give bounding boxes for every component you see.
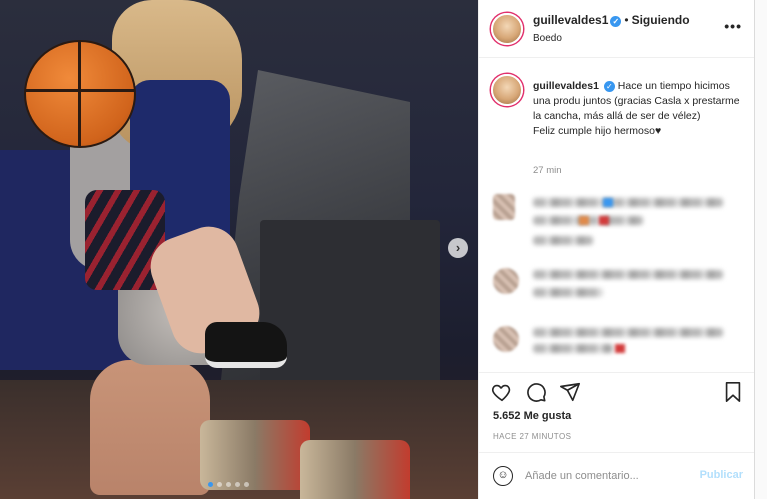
commenter-avatar bbox=[493, 326, 519, 352]
carousel-next-button[interactable]: › bbox=[448, 238, 468, 258]
post-actions bbox=[479, 372, 755, 412]
blurred-comment-text bbox=[533, 344, 613, 353]
photo-basketball bbox=[24, 40, 136, 148]
post-timestamp: HACE 27 MINUTOS bbox=[493, 432, 572, 441]
blurred-emoji bbox=[599, 216, 609, 225]
blurred-comment-meta bbox=[533, 288, 603, 297]
share-icon[interactable] bbox=[559, 381, 581, 408]
post-header: guillevaldes1 ✓ • Siguiendo Boedo ••• bbox=[479, 0, 754, 58]
comment-icon[interactable] bbox=[525, 381, 547, 408]
photo-heel-left bbox=[200, 420, 310, 490]
caption-timestamp: 27 min bbox=[533, 165, 562, 176]
header-separator: • bbox=[624, 13, 629, 27]
commenter-avatar bbox=[493, 268, 519, 294]
photo-heel-right bbox=[300, 440, 410, 499]
comment-item bbox=[479, 266, 755, 306]
photo-kid-shoe bbox=[205, 322, 287, 368]
carousel-indicator bbox=[208, 482, 249, 487]
follow-status-button[interactable]: Siguiendo bbox=[632, 13, 690, 27]
author-username[interactable]: guillevaldes1 bbox=[533, 13, 608, 27]
author-avatar[interactable] bbox=[491, 13, 523, 45]
emoji-icon[interactable]: ☺ bbox=[493, 466, 513, 486]
carousel-dot bbox=[217, 482, 222, 487]
comment-item bbox=[479, 192, 755, 247]
comment-composer: ☺ Publicar bbox=[479, 452, 755, 499]
caption-text: guillevaldes1 ✓ Hace un tiempo hicimos u… bbox=[533, 79, 743, 139]
background-page-edge bbox=[754, 0, 767, 499]
bookmark-icon[interactable] bbox=[723, 381, 743, 408]
blurred-comment-text bbox=[533, 270, 723, 279]
heart-icon[interactable] bbox=[491, 381, 513, 408]
caption-username[interactable]: guillevaldes1 bbox=[533, 80, 599, 92]
blurred-comment-meta bbox=[533, 236, 593, 245]
caption-avatar[interactable] bbox=[491, 74, 523, 106]
blurred-emoji bbox=[579, 216, 589, 225]
post-location[interactable]: Boedo bbox=[533, 33, 562, 44]
like-count[interactable]: 5.652 Me gusta bbox=[493, 410, 571, 422]
blurred-comment-text bbox=[533, 328, 723, 337]
comment-item bbox=[479, 324, 755, 364]
photo-woman-legs bbox=[90, 360, 210, 495]
blurred-emoji bbox=[615, 344, 625, 353]
carousel-dot bbox=[208, 482, 213, 487]
more-options-icon[interactable]: ••• bbox=[724, 18, 742, 34]
carousel-dot bbox=[226, 482, 231, 487]
carousel-dot bbox=[244, 482, 249, 487]
carousel-dot bbox=[235, 482, 240, 487]
comment-input[interactable] bbox=[525, 465, 685, 487]
caption-line2: Feliz cumple hijo hermoso♥ bbox=[533, 125, 662, 137]
publish-button[interactable]: Publicar bbox=[700, 469, 743, 481]
commenter-avatar bbox=[493, 194, 515, 220]
post-photo[interactable]: › bbox=[0, 0, 478, 499]
blurred-emoji bbox=[603, 198, 613, 207]
verified-badge-icon: ✓ bbox=[610, 16, 622, 27]
post-sidebar: guillevaldes1 ✓ • Siguiendo Boedo ••• guill… bbox=[478, 0, 755, 499]
verified-badge-icon: ✓ bbox=[603, 81, 615, 92]
blurred-comment-text bbox=[533, 198, 723, 207]
